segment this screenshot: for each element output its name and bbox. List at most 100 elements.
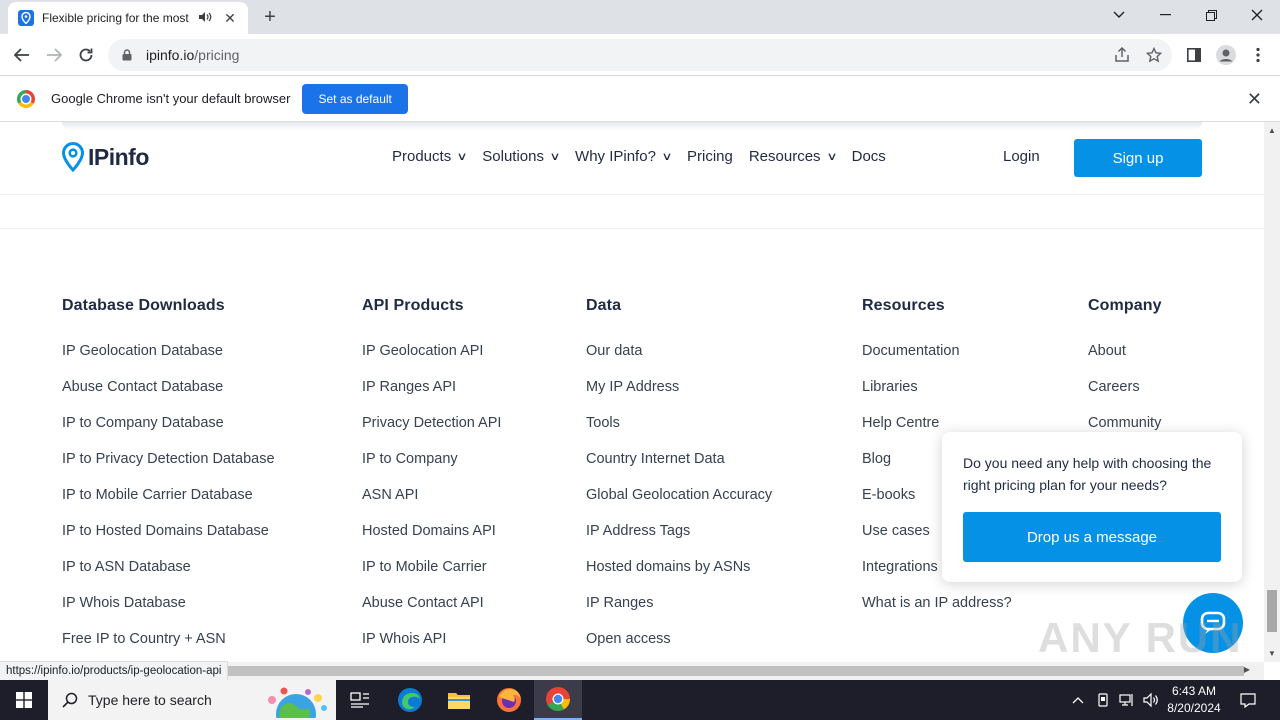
footer-heading: Resources [862,297,945,314]
browser-tab[interactable]: Flexible pricing for the most ✕ [8,2,248,34]
sign-up-button[interactable]: Sign up [1074,139,1202,177]
footer-link[interactable]: About [1088,343,1162,379]
scroll-up-arrow-icon[interactable]: ▲ [1268,126,1276,135]
footer-link[interactable]: IP to Mobile Carrier Database [62,487,275,523]
system-clock[interactable]: 6:43 AM 8/20/2024 [1160,683,1228,717]
tab-search-icon[interactable] [1096,0,1142,30]
footer-link[interactable]: Documentation [862,343,1012,379]
scroll-right-arrow-icon[interactable]: ▶ [1244,665,1250,674]
footer-link[interactable]: IP Address Tags [586,523,772,559]
forward-button[interactable] [41,42,67,68]
network-icon[interactable] [1116,680,1138,720]
taskbar-search-box[interactable]: Type here to search [48,680,336,720]
volume-icon[interactable] [1140,680,1162,720]
footer-link[interactable]: Careers [1088,379,1162,415]
device-tray-icon[interactable] [1093,680,1113,720]
back-button[interactable] [9,42,35,68]
nav-label: Products [392,148,452,165]
earth-illustration-icon [268,687,327,718]
url-path: /pricing [194,47,240,63]
edge-taskbar-button[interactable] [386,680,434,720]
login-link[interactable]: Login [1003,148,1040,165]
footer-link[interactable]: Abuse Contact Database [62,379,275,415]
footer-link[interactable]: Privacy Detection API [362,415,501,451]
nav-why-ipinfo[interactable]: Why IPinfo? ∨ [575,148,673,165]
nav-products[interactable]: Products ∨ [392,148,468,165]
chrome-menu-icon[interactable] [1245,42,1271,68]
vertical-scrollbar[interactable]: ▲ ▼ [1264,122,1280,662]
task-view-button[interactable] [336,680,384,720]
firefox-icon [497,688,521,712]
chevron-down-icon: ∨ [456,151,468,163]
footer-heading: Data [586,297,622,314]
footer-link[interactable]: IP Ranges API [362,379,501,415]
footer-link[interactable]: IP to Privacy Detection Database [62,451,275,487]
edge-icon [398,688,422,712]
nav-pricing[interactable]: Pricing [687,148,733,165]
footer-link[interactable]: IP Geolocation Database [62,343,275,379]
chrome-taskbar-button[interactable] [534,680,582,720]
bookmark-star-icon[interactable] [1141,42,1167,68]
nav-label: Resources [748,148,821,165]
new-tab-button[interactable]: + [258,6,282,30]
footer-heading: Company [1088,297,1162,314]
footer-link[interactable]: IP Geolocation API [362,343,501,379]
footer-link[interactable]: Hosted Domains API [362,523,501,559]
logo-text: IPinfo [88,143,149,170]
footer-link[interactable]: Hosted domains by ASNs [586,559,772,595]
share-icon[interactable] [1109,42,1135,68]
set-as-default-button[interactable]: Set as default [302,83,408,114]
footer-link[interactable]: Country Internet Data [586,451,772,487]
footer-link[interactable]: My IP Address [586,379,772,415]
site-header: IPinfo Products ∨ Solutions ∨ Why IPinfo? ∨… [0,122,1264,195]
footer-link[interactable]: Tools [586,415,772,451]
help-popup-text: Do you need any help with choosing the r… [963,455,1212,493]
address-bar[interactable]: ipinfo.io/pricing [108,39,1172,71]
page-viewport: IPinfo Products ∨ Solutions ∨ Why IPinfo? ∨… [0,122,1264,662]
footer-link[interactable]: What is an IP address? [862,595,1012,631]
footer-link[interactable]: IP to Company Database [62,415,275,451]
vertical-scroll-thumb[interactable] [1267,590,1277,632]
ipinfo-logo[interactable]: IPinfo [62,142,149,172]
footer-link[interactable]: Open access [586,631,772,662]
minimize-button[interactable] [1142,0,1188,30]
side-panel-icon[interactable] [1181,42,1207,68]
reload-button[interactable] [73,42,99,68]
nav-solutions[interactable]: Solutions ∨ [482,148,560,165]
tab-close-icon[interactable]: ✕ [222,10,238,27]
location-pin-icon [62,142,84,172]
start-button[interactable] [0,680,48,720]
restore-button[interactable] [1188,0,1234,30]
footer-link[interactable]: Global Geolocation Accuracy [586,487,772,523]
footer-link[interactable]: IP to ASN Database [62,559,275,595]
firefox-taskbar-button[interactable] [485,680,533,720]
footer-link[interactable]: IP to Hosted Domains Database [62,523,275,559]
footer-link[interactable]: Abuse Contact API [362,595,501,631]
nav-resources[interactable]: Resources ∨ [748,148,837,165]
scroll-down-arrow-icon[interactable]: ▼ [1268,649,1276,658]
show-hidden-icons-chevron-up-icon[interactable] [1068,680,1088,720]
footer-link[interactable]: Libraries [862,379,1012,415]
footer-heading: Database Downloads [62,297,225,314]
notifications-icon[interactable] [1234,680,1262,720]
footer-link[interactable]: IP to Mobile Carrier [362,559,501,595]
footer-link[interactable]: IP to Company [362,451,501,487]
footer-link[interactable]: Our data [586,343,772,379]
footer-link[interactable]: ASN API [362,487,501,523]
close-window-button[interactable] [1234,0,1280,30]
footer-link[interactable]: IP Whois API [362,631,501,662]
chrome-logo-icon [17,89,35,108]
infobar-close-icon[interactable]: ✕ [1247,89,1262,110]
footer-link[interactable]: Free IP to Country + ASN [62,631,275,662]
file-explorer-taskbar-button[interactable] [435,680,483,720]
footer-heading: API Products [362,297,464,314]
drop-us-a-message-button[interactable]: Drop us a message [963,512,1221,562]
lock-icon[interactable] [120,48,134,62]
nav-docs[interactable]: Docs [852,148,886,165]
footer-link[interactable]: IP Ranges [586,595,772,631]
tab-strip: Flexible pricing for the most ✕ + [0,0,1280,34]
footer-link[interactable]: IP Whois Database [62,595,275,631]
speaker-icon[interactable] [198,11,214,26]
profile-avatar-icon[interactable] [1213,42,1239,68]
search-placeholder: Type here to search [88,692,212,708]
